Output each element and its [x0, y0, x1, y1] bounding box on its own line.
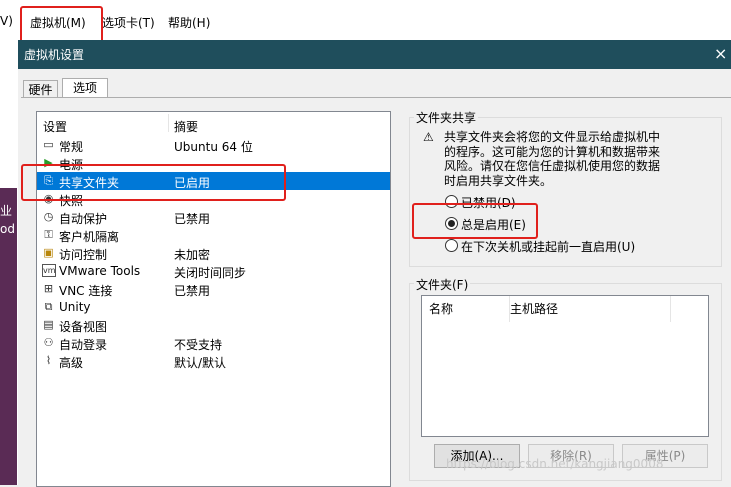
warning-line: 共享文件夹会将您的文件显示给虚拟机中 — [444, 130, 661, 144]
close-icon[interactable]: × — [714, 44, 727, 63]
warning-text: 共享文件夹会将您的文件显示给虚拟机中 的程序。这可能为您的计算机和数据带来 风险… — [444, 130, 660, 188]
row-name: 自动登录 — [59, 338, 108, 352]
vmware-tools-icon: vm — [42, 264, 56, 277]
row-name: VNC 连接 — [59, 284, 113, 298]
highlight-always-enabled — [412, 203, 538, 239]
autoprotect-icon: ◷ — [43, 210, 54, 223]
column-header-summary[interactable]: 摘要 — [174, 118, 198, 135]
radio-until-shutdown-label[interactable]: 在下次关机或挂起前一直启用(U) — [461, 238, 635, 255]
folder-sharing-title: 文件夹共享 — [414, 109, 479, 126]
autologin-icon: ⚇ — [43, 336, 54, 349]
tab-hardware[interactable]: 硬件 — [23, 80, 58, 98]
access-control-icon: ▣ — [43, 246, 54, 259]
tab-options[interactable]: 选项 — [62, 78, 108, 98]
column-header-name[interactable]: 名称 — [422, 296, 510, 322]
warning-line: 的程序。这可能为您的计算机和数据带来 — [444, 144, 661, 159]
row-name: Unity — [59, 300, 91, 314]
warning-line: 时启用共享文件夹。 — [444, 173, 553, 188]
column-header-setting[interactable]: 设置 — [43, 118, 67, 135]
background-panel: 业 od — [0, 188, 17, 485]
settings-row-autologin[interactable]: ⚇ 自动登录 不受支持 — [37, 334, 390, 352]
highlight-shared-folders — [21, 164, 286, 201]
menu-bar: V) 虚拟机(M) 选项卡(T) 帮助(H) — [0, 0, 731, 41]
row-name: 客户机隔离 — [59, 230, 120, 244]
menu-view[interactable]: V) — [0, 14, 13, 28]
guest-isolation-icon: ⚿ — [44, 228, 53, 241]
row-summary: 不受支持 — [174, 338, 223, 352]
tab-divider — [21, 97, 731, 98]
dialog-title: 虚拟机设置 — [24, 48, 85, 62]
settings-row-general[interactable]: ▭ 常规 Ubuntu 64 位 — [37, 136, 390, 154]
unity-icon: ⧉ — [44, 300, 53, 313]
row-name: VMware Tools — [59, 264, 141, 278]
settings-row-access-control[interactable]: ▣ 访问控制 未加密 — [37, 244, 390, 262]
background-text: od — [0, 222, 15, 236]
row-name: 常规 — [59, 140, 84, 154]
radio-until-shutdown[interactable] — [445, 239, 458, 252]
menu-tabs[interactable]: 选项卡(T) — [102, 14, 155, 31]
row-summary: 关闭时间同步 — [174, 266, 247, 280]
column-divider — [168, 114, 169, 132]
settings-row-guest-isolation[interactable]: ⚿ 客户机隔离 — [37, 226, 390, 244]
column-header-host-path[interactable]: 主机路径 — [510, 296, 671, 322]
folders-list[interactable]: 名称 主机路径 — [421, 295, 709, 437]
settings-row-vnc[interactable]: ⊞ VNC 连接 已禁用 — [37, 280, 390, 298]
row-summary: 未加密 — [174, 248, 211, 262]
warning-line: 风险。请仅在您信任虚拟机使用您的数据 — [444, 159, 661, 173]
row-summary: 默认/默认 — [174, 356, 227, 370]
row-name: 访问控制 — [59, 248, 108, 262]
device-view-icon: ▤ — [43, 318, 54, 331]
row-name: 高级 — [59, 356, 84, 370]
warning-icon: ⚠ — [423, 130, 434, 144]
folders-title: 文件夹(F) — [414, 276, 471, 293]
vnc-icon: ⊞ — [43, 282, 54, 295]
advanced-icon: ⌇ — [45, 354, 52, 367]
menu-help[interactable]: 帮助(H) — [168, 14, 210, 31]
monitor-icon: ▭ — [43, 138, 54, 151]
dialog-titlebar[interactable] — [18, 40, 731, 69]
row-name: 自动保护 — [59, 212, 108, 226]
settings-row-unity[interactable]: ⧉ Unity — [37, 298, 390, 316]
settings-row-autoprotect[interactable]: ◷ 自动保护 已禁用 — [37, 208, 390, 226]
row-summary: Ubuntu 64 位 — [174, 140, 253, 154]
watermark: https://blog.csdn.net/kangjiang0008 — [446, 457, 664, 471]
row-name: 设备视图 — [59, 320, 108, 334]
row-summary: 已禁用 — [174, 212, 211, 226]
settings-row-advanced[interactable]: ⌇ 高级 默认/默认 — [37, 352, 390, 370]
settings-row-vmware-tools[interactable]: vm VMware Tools 关闭时间同步 — [37, 262, 390, 280]
row-summary: 已禁用 — [174, 284, 211, 298]
settings-row-device-view[interactable]: ▤ 设备视图 — [37, 316, 390, 334]
background-text: 业 — [0, 204, 13, 218]
